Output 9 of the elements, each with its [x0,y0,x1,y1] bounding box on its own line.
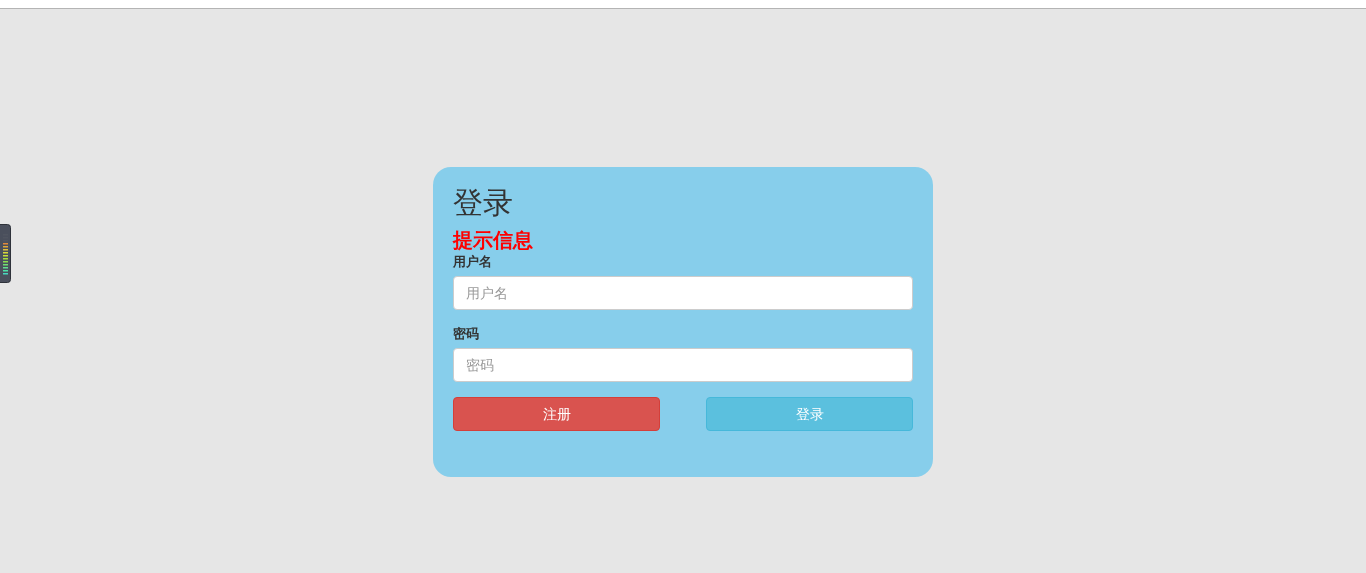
login-button[interactable]: 登录 [706,397,913,431]
form-title: 登录 [453,185,513,221]
side-handle-icon[interactable] [0,224,11,283]
field-label: 密码 [453,325,479,343]
input-field[interactable]: 用户名 [453,276,913,310]
message-text: 提示信息 [453,228,533,253]
input-field[interactable]: 密码 [453,348,913,382]
field-label: 用户名 [453,253,492,271]
register-button[interactable]: 注册 [453,397,660,431]
